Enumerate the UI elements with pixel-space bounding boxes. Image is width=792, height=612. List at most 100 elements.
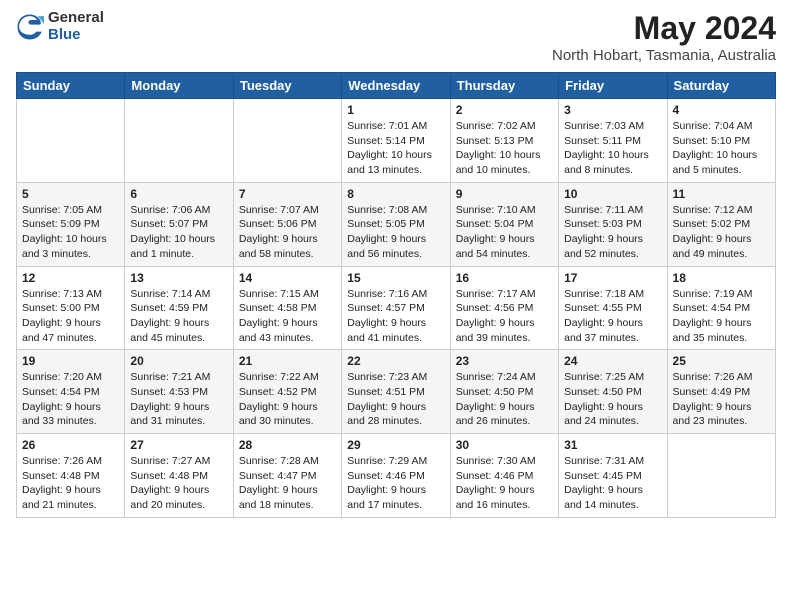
day-number: 4 xyxy=(673,103,770,117)
sunrise-label: Sunrise: 7:08 AM xyxy=(347,204,427,216)
day-number: 18 xyxy=(673,271,770,285)
daylight-label: Daylight: 9 hours and 33 minutes. xyxy=(22,401,101,428)
sunset-label: Sunset: 4:46 PM xyxy=(347,470,425,482)
day-number: 20 xyxy=(130,354,227,368)
daylight-label: Daylight: 9 hours and 54 minutes. xyxy=(456,233,535,260)
weekday-header-tuesday: Tuesday xyxy=(233,73,341,99)
sunset-label: Sunset: 4:50 PM xyxy=(564,386,642,398)
day-number: 10 xyxy=(564,187,661,201)
calendar-table: SundayMondayTuesdayWednesdayThursdayFrid… xyxy=(16,72,776,518)
sunset-label: Sunset: 4:55 PM xyxy=(564,302,642,314)
daylight-label: Daylight: 9 hours and 52 minutes. xyxy=(564,233,643,260)
daylight-label: Daylight: 9 hours and 58 minutes. xyxy=(239,233,318,260)
day-info: Sunrise: 7:26 AM Sunset: 4:49 PM Dayligh… xyxy=(673,370,770,429)
calendar-week-row: 12 Sunrise: 7:13 AM Sunset: 5:00 PM Dayl… xyxy=(17,266,776,350)
day-info: Sunrise: 7:02 AM Sunset: 5:13 PM Dayligh… xyxy=(456,119,553,178)
day-number: 9 xyxy=(456,187,553,201)
title-block: May 2024 North Hobart, Tasmania, Austral… xyxy=(552,10,776,64)
day-info: Sunrise: 7:29 AM Sunset: 4:46 PM Dayligh… xyxy=(347,454,444,513)
sunrise-label: Sunrise: 7:07 AM xyxy=(239,204,319,216)
calendar-cell: 11 Sunrise: 7:12 AM Sunset: 5:02 PM Dayl… xyxy=(667,182,775,266)
calendar-cell: 6 Sunrise: 7:06 AM Sunset: 5:07 PM Dayli… xyxy=(125,182,233,266)
sunset-label: Sunset: 4:45 PM xyxy=(564,470,642,482)
day-info: Sunrise: 7:16 AM Sunset: 4:57 PM Dayligh… xyxy=(347,287,444,346)
sunrise-label: Sunrise: 7:04 AM xyxy=(673,120,753,132)
calendar-cell: 29 Sunrise: 7:29 AM Sunset: 4:46 PM Dayl… xyxy=(342,434,450,518)
day-number: 3 xyxy=(564,103,661,117)
sunset-label: Sunset: 5:07 PM xyxy=(130,218,208,230)
day-number: 11 xyxy=(673,187,770,201)
calendar-cell: 5 Sunrise: 7:05 AM Sunset: 5:09 PM Dayli… xyxy=(17,182,125,266)
day-number: 25 xyxy=(673,354,770,368)
daylight-label: Daylight: 10 hours and 10 minutes. xyxy=(456,149,541,176)
sunset-label: Sunset: 5:13 PM xyxy=(456,135,534,147)
sunset-label: Sunset: 4:48 PM xyxy=(22,470,100,482)
calendar-cell: 23 Sunrise: 7:24 AM Sunset: 4:50 PM Dayl… xyxy=(450,350,558,434)
sunset-label: Sunset: 4:58 PM xyxy=(239,302,317,314)
day-info: Sunrise: 7:31 AM Sunset: 4:45 PM Dayligh… xyxy=(564,454,661,513)
day-info: Sunrise: 7:18 AM Sunset: 4:55 PM Dayligh… xyxy=(564,287,661,346)
daylight-label: Daylight: 9 hours and 23 minutes. xyxy=(673,401,752,428)
daylight-label: Daylight: 10 hours and 13 minutes. xyxy=(347,149,432,176)
daylight-label: Daylight: 9 hours and 45 minutes. xyxy=(130,317,209,344)
calendar-cell: 10 Sunrise: 7:11 AM Sunset: 5:03 PM Dayl… xyxy=(559,182,667,266)
calendar-cell: 14 Sunrise: 7:15 AM Sunset: 4:58 PM Dayl… xyxy=(233,266,341,350)
calendar-week-row: 1 Sunrise: 7:01 AM Sunset: 5:14 PM Dayli… xyxy=(17,99,776,183)
day-info: Sunrise: 7:27 AM Sunset: 4:48 PM Dayligh… xyxy=(130,454,227,513)
day-number: 5 xyxy=(22,187,119,201)
day-number: 24 xyxy=(564,354,661,368)
daylight-label: Daylight: 9 hours and 35 minutes. xyxy=(673,317,752,344)
main-title: May 2024 xyxy=(552,10,776,47)
calendar-cell: 21 Sunrise: 7:22 AM Sunset: 4:52 PM Dayl… xyxy=(233,350,341,434)
calendar-cell: 7 Sunrise: 7:07 AM Sunset: 5:06 PM Dayli… xyxy=(233,182,341,266)
day-info: Sunrise: 7:19 AM Sunset: 4:54 PM Dayligh… xyxy=(673,287,770,346)
day-number: 15 xyxy=(347,271,444,285)
daylight-label: Daylight: 9 hours and 41 minutes. xyxy=(347,317,426,344)
sunrise-label: Sunrise: 7:18 AM xyxy=(564,288,644,300)
calendar-cell xyxy=(17,99,125,183)
calendar-cell: 15 Sunrise: 7:16 AM Sunset: 4:57 PM Dayl… xyxy=(342,266,450,350)
day-info: Sunrise: 7:14 AM Sunset: 4:59 PM Dayligh… xyxy=(130,287,227,346)
calendar-cell: 8 Sunrise: 7:08 AM Sunset: 5:05 PM Dayli… xyxy=(342,182,450,266)
calendar-cell: 2 Sunrise: 7:02 AM Sunset: 5:13 PM Dayli… xyxy=(450,99,558,183)
sunrise-label: Sunrise: 7:13 AM xyxy=(22,288,102,300)
daylight-label: Daylight: 9 hours and 49 minutes. xyxy=(673,233,752,260)
day-number: 17 xyxy=(564,271,661,285)
day-info: Sunrise: 7:30 AM Sunset: 4:46 PM Dayligh… xyxy=(456,454,553,513)
daylight-label: Daylight: 9 hours and 39 minutes. xyxy=(456,317,535,344)
sunset-label: Sunset: 4:47 PM xyxy=(239,470,317,482)
sunset-label: Sunset: 4:49 PM xyxy=(673,386,751,398)
calendar-cell: 19 Sunrise: 7:20 AM Sunset: 4:54 PM Dayl… xyxy=(17,350,125,434)
calendar-cell: 20 Sunrise: 7:21 AM Sunset: 4:53 PM Dayl… xyxy=(125,350,233,434)
sunrise-label: Sunrise: 7:12 AM xyxy=(673,204,753,216)
calendar-cell: 27 Sunrise: 7:27 AM Sunset: 4:48 PM Dayl… xyxy=(125,434,233,518)
logo-blue-text: Blue xyxy=(48,27,104,44)
day-info: Sunrise: 7:20 AM Sunset: 4:54 PM Dayligh… xyxy=(22,370,119,429)
sunset-label: Sunset: 4:50 PM xyxy=(456,386,534,398)
day-number: 23 xyxy=(456,354,553,368)
day-info: Sunrise: 7:24 AM Sunset: 4:50 PM Dayligh… xyxy=(456,370,553,429)
calendar-cell: 9 Sunrise: 7:10 AM Sunset: 5:04 PM Dayli… xyxy=(450,182,558,266)
daylight-label: Daylight: 9 hours and 30 minutes. xyxy=(239,401,318,428)
day-info: Sunrise: 7:15 AM Sunset: 4:58 PM Dayligh… xyxy=(239,287,336,346)
sunrise-label: Sunrise: 7:22 AM xyxy=(239,371,319,383)
daylight-label: Daylight: 9 hours and 26 minutes. xyxy=(456,401,535,428)
day-info: Sunrise: 7:11 AM Sunset: 5:03 PM Dayligh… xyxy=(564,203,661,262)
day-info: Sunrise: 7:06 AM Sunset: 5:07 PM Dayligh… xyxy=(130,203,227,262)
day-number: 1 xyxy=(347,103,444,117)
day-info: Sunrise: 7:04 AM Sunset: 5:10 PM Dayligh… xyxy=(673,119,770,178)
sunrise-label: Sunrise: 7:23 AM xyxy=(347,371,427,383)
calendar-cell: 24 Sunrise: 7:25 AM Sunset: 4:50 PM Dayl… xyxy=(559,350,667,434)
sunset-label: Sunset: 4:46 PM xyxy=(456,470,534,482)
sunset-label: Sunset: 4:57 PM xyxy=(347,302,425,314)
day-number: 2 xyxy=(456,103,553,117)
calendar-cell xyxy=(233,99,341,183)
calendar-cell: 1 Sunrise: 7:01 AM Sunset: 5:14 PM Dayli… xyxy=(342,99,450,183)
day-number: 31 xyxy=(564,438,661,452)
daylight-label: Daylight: 10 hours and 1 minute. xyxy=(130,233,215,260)
day-number: 16 xyxy=(456,271,553,285)
day-info: Sunrise: 7:05 AM Sunset: 5:09 PM Dayligh… xyxy=(22,203,119,262)
day-number: 21 xyxy=(239,354,336,368)
sunrise-label: Sunrise: 7:26 AM xyxy=(22,455,102,467)
sunrise-label: Sunrise: 7:28 AM xyxy=(239,455,319,467)
